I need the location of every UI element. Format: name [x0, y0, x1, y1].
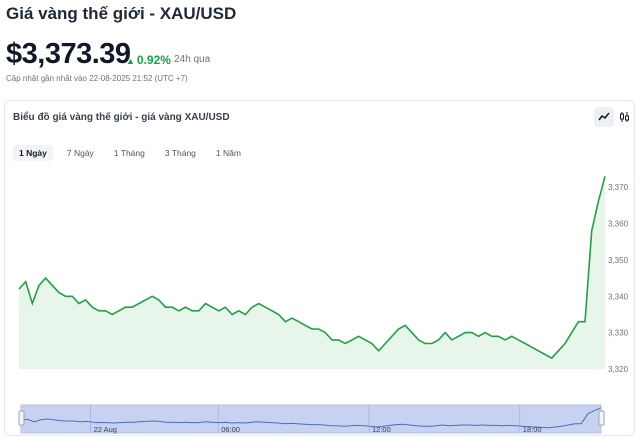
candlestick-icon — [620, 112, 629, 122]
y-tick-label: 3,370 — [608, 183, 629, 192]
tab-1-year[interactable]: 1 Năm — [210, 145, 247, 161]
line-chart-button[interactable] — [594, 107, 614, 127]
candlestick-chart-button[interactable] — [614, 107, 634, 127]
range-navigator[interactable]: 22 Aug 06:00 12:00 18:00 — [17, 403, 605, 435]
price-change-value: 0.92% — [136, 53, 171, 67]
last-updated: Cập nhật gần nhất vào 22-08-2025 21:52 (… — [6, 74, 188, 83]
up-arrow-icon: ▲ — [126, 56, 135, 66]
tab-3-months[interactable]: 3 Tháng — [159, 145, 202, 161]
y-tick-label: 3,350 — [608, 256, 629, 265]
y-tick-label: 3,360 — [608, 220, 629, 229]
price-chart[interactable]: 3,320 3,330 3,340 3,350 3,360 3,370 — [5, 161, 634, 401]
tab-1-day[interactable]: 1 Ngày — [13, 145, 53, 161]
chart-card: Biểu đồ giá vàng thế giới - giá vàng XAU… — [4, 100, 635, 436]
change-period: 24h qua — [174, 54, 211, 65]
navigator-right-handle[interactable] — [598, 410, 605, 426]
price-change: ▲ 0.92% — [126, 53, 171, 67]
x-tick-label: 22 Aug — [94, 425, 117, 434]
y-tick-label: 3,320 — [608, 365, 629, 374]
line-chart-icon — [598, 112, 610, 121]
tab-7-days[interactable]: 7 Ngày — [61, 145, 100, 161]
current-price: $3,373.39 — [6, 38, 131, 70]
chart-title: Biểu đồ giá vàng thế giới - giá vàng XAU… — [13, 112, 230, 123]
navigator-left-handle[interactable] — [18, 410, 25, 426]
range-tabs: 1 Ngày 7 Ngày 1 Tháng 3 Tháng 1 Năm — [13, 145, 255, 161]
page-title: Giá vàng thế giới - XAU/USD — [6, 4, 237, 23]
x-tick-label: 12:00 — [372, 425, 391, 434]
y-tick-label: 3,340 — [608, 292, 629, 301]
x-tick-label: 06:00 — [221, 425, 240, 434]
y-tick-label: 3,330 — [608, 329, 629, 338]
x-tick-label: 18:00 — [523, 425, 542, 434]
tab-1-month[interactable]: 1 Tháng — [108, 145, 151, 161]
